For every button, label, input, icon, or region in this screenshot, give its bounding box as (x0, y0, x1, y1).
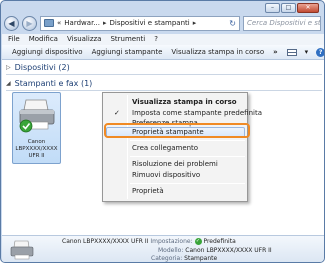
group-devices-label: Dispositivi (2) (14, 63, 70, 72)
highlight-callout (104, 123, 250, 138)
breadcrumb-chevron-icon[interactable]: ▸ (103, 19, 107, 27)
add-device-button[interactable]: Aggiungi dispositivo (12, 48, 83, 56)
details-model-value: Canon LBPXXXX/XXXX UFR II (185, 247, 272, 254)
breadcrumb-chevron-icon[interactable]: ▸ (193, 19, 197, 27)
details-category-row: Categoria: Stampante (151, 255, 217, 262)
folder-icon (44, 19, 54, 27)
breadcrumb-overflow[interactable]: « (57, 19, 61, 27)
close-button[interactable]: ✕ (297, 3, 319, 13)
breadcrumb-devices-printers[interactable]: Dispositivi e stampanti (110, 19, 190, 27)
menu-help[interactable]: ? (154, 34, 158, 45)
help-icon[interactable]: ? (316, 47, 324, 57)
printer-name: Canon LBPXXXX/XXXX UFR II (15, 139, 58, 159)
command-bar: Aggiungi dispositivo Aggiungi stampante … (2, 45, 324, 60)
menu-tools[interactable]: Strumenti (110, 34, 145, 45)
details-category-value: Stampante (184, 255, 218, 262)
caption-buttons: – □ ✕ (265, 3, 319, 13)
see-whats-printing-button[interactable]: Visualizza stampa in corso (171, 48, 264, 56)
address-bar[interactable]: « Hardwar... ▸ Dispositivi e stampanti ▸… (40, 15, 240, 31)
menu-bar: File Modifica Visualizza Strumenti ? (2, 34, 324, 45)
menu-item-remove-device[interactable]: Rimuovi dispositivo (103, 170, 247, 181)
menu-edit[interactable]: Modifica (29, 34, 58, 45)
default-check-icon: ✓ (194, 238, 202, 245)
details-category-label: Categoria: (151, 255, 183, 262)
search-input[interactable]: Cerca Dispositivi e stampanti ⚲ (243, 15, 321, 31)
group-printers[interactable]: ◢ Stampanti e fax (1) (6, 79, 322, 91)
expand-arrow-icon[interactable]: ▷ (6, 64, 11, 71)
printer-item-selected[interactable]: Canon LBPXXXX/XXXX UFR II (12, 92, 61, 164)
details-title-row: Canon LBPXXXX/XXXX UFR II Impostazione: … (62, 238, 236, 245)
add-printer-button[interactable]: Aggiungi stampante (92, 48, 163, 56)
forward-button[interactable]: ▶ (22, 15, 37, 31)
search-placeholder: Cerca Dispositivi e stampanti (247, 19, 321, 27)
group-devices[interactable]: ▷ Dispositivi (2) (6, 63, 322, 75)
menu-item-create-shortcut[interactable]: Crea collegamento (103, 143, 247, 154)
change-view-icon[interactable] (286, 48, 297, 56)
printer-icon (19, 99, 55, 133)
printer-details-icon (10, 240, 34, 260)
maximize-button[interactable]: □ (281, 3, 296, 13)
menu-file[interactable]: File (8, 34, 20, 45)
details-pane: Canon LBPXXXX/XXXX UFR II Impostazione: … (2, 235, 324, 262)
details-state-value: Predefinita (203, 238, 236, 245)
group-printers-label: Stampanti e fax (1) (14, 79, 93, 88)
menu-item-set-default-label: Imposta come stampante predefinita (132, 109, 262, 117)
menu-item-troubleshoot[interactable]: Risoluzione dei problemi (103, 159, 247, 170)
details-model-label: Modello: (158, 247, 184, 254)
menu-item-properties[interactable]: Proprietà (103, 186, 247, 197)
breadcrumb-hardware[interactable]: Hardwar... (64, 19, 100, 27)
context-menu: Visualizza stampa in corso ✓ Imposta com… (102, 92, 262, 202)
menu-item-see-printing[interactable]: Visualizza stampa in corso (103, 97, 247, 108)
details-title: Canon LBPXXXX/XXXX UFR II (62, 238, 149, 245)
details-model-row: Modello: Canon LBPXXXX/XXXX UFR II (158, 247, 272, 254)
back-button[interactable]: ◀ (4, 15, 19, 31)
menu-view[interactable]: Visualizza (67, 34, 101, 45)
refresh-icon[interactable]: ↻ (229, 19, 236, 28)
details-state-label: Impostazione: (150, 238, 193, 245)
explorer-window: – □ ✕ ◀ ▶ « Hardwar... ▸ Dispositivi e s… (0, 0, 325, 263)
navigation-row: ◀ ▶ « Hardwar... ▸ Dispositivi e stampan… (4, 13, 321, 33)
minimize-button[interactable]: – (265, 3, 280, 13)
more-commands-button[interactable]: » (273, 48, 278, 56)
collapse-arrow-icon[interactable]: ◢ (6, 80, 11, 87)
view-dropdown-icon[interactable]: ▾ (305, 48, 309, 56)
